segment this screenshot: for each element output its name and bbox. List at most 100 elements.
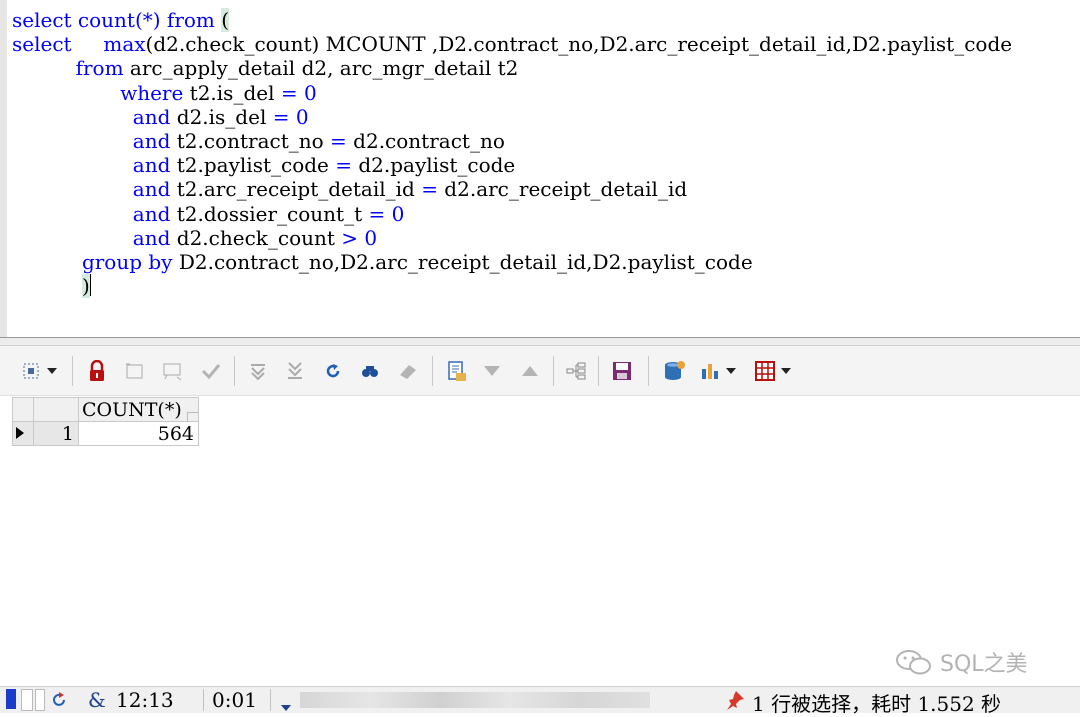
sql-number: 0 <box>364 225 378 250</box>
insert-record-icon[interactable] <box>122 358 148 384</box>
sql-operator: = <box>335 153 353 178</box>
grid-select-icon[interactable] <box>18 358 44 384</box>
code-line[interactable]: where t2.is_del = 0 <box>12 81 1012 105</box>
watermark-text: SQL之美 <box>940 652 1028 677</box>
toolbar-separator <box>72 356 73 386</box>
cursor-position: 12:13 <box>116 688 174 712</box>
table-grid-icon[interactable] <box>752 358 778 384</box>
row-number: 1 <box>33 421 79 446</box>
clear-icon[interactable] <box>395 358 421 384</box>
export-icon[interactable] <box>444 358 470 384</box>
toolbar-separator <box>598 356 599 386</box>
sql-operator: = <box>272 104 290 129</box>
toolbar-separator <box>648 356 649 386</box>
code-line[interactable]: and t2.arc_receipt_detail_id = d2.arc_re… <box>12 177 1012 201</box>
toolbar-separator <box>553 356 554 386</box>
filter-down-icon[interactable] <box>479 358 505 384</box>
sql-operator: = <box>421 177 438 202</box>
code-line[interactable]: and t2.contract_no = d2.contract_no <box>12 129 1012 153</box>
sql-keyword: group by <box>81 250 173 275</box>
delete-record-icon[interactable] <box>160 358 186 384</box>
bracket-highlight: ) <box>81 274 90 299</box>
sql-operator: = <box>368 201 386 226</box>
sql-keyword: and <box>132 129 171 154</box>
code-line[interactable]: select count(*) from ( <box>12 8 1012 32</box>
text-caret <box>89 274 91 297</box>
result-grid[interactable]: COUNT(*) 1 564 <box>12 397 199 446</box>
cell-count[interactable]: 564 <box>78 421 199 446</box>
sql-keyword: and <box>132 153 171 178</box>
result-toolbar <box>0 346 1080 396</box>
sql-text: t2.dossier_count_t <box>170 201 369 226</box>
save-icon[interactable] <box>609 358 635 384</box>
filter-up-icon[interactable] <box>517 358 543 384</box>
ampersand-icon: & <box>88 688 106 712</box>
sql-operator: > <box>341 225 359 250</box>
code-line[interactable]: and t2.dossier_count_t = 0 <box>12 202 1012 226</box>
sql-text: (d2.check_count) MCOUNT ,D2.contract_no,… <box>145 32 1013 57</box>
post-check-icon[interactable] <box>198 358 224 384</box>
database-icon[interactable] <box>662 358 688 384</box>
grid-corner <box>33 397 79 422</box>
sql-code[interactable]: select count(*) from (select max(d2.chec… <box>12 8 1012 299</box>
wechat-icon <box>896 650 931 675</box>
sql-text: d2.arc_receipt_detail_id <box>437 177 688 202</box>
sql-keyword: where <box>120 80 184 105</box>
lock-icon[interactable] <box>84 358 110 384</box>
chevron-down-icon[interactable] <box>44 358 60 384</box>
status-separator <box>203 689 204 711</box>
sql-keyword: select <box>12 32 72 57</box>
row-indicator[interactable] <box>12 421 34 446</box>
sql-number: 0 <box>391 201 405 226</box>
sql-operator: = <box>330 129 347 154</box>
chevron-down-icon[interactable] <box>281 693 291 717</box>
sql-text: d2.contract_no <box>346 129 505 154</box>
sql-text: arc_apply_detail d2, arc_mgr_detail t2 <box>123 56 519 81</box>
status-indicator <box>21 689 33 711</box>
sql-text: t2.paylist_code <box>170 153 336 178</box>
column-header-count[interactable]: COUNT(*) <box>78 397 199 422</box>
refresh-icon[interactable] <box>320 358 346 384</box>
code-line[interactable]: and t2.paylist_code = d2.paylist_code <box>12 153 1012 177</box>
sql-keyword: from <box>75 56 124 81</box>
refresh-status-icon[interactable] <box>50 690 70 715</box>
status-indicator <box>6 689 16 709</box>
toolbar-separator <box>432 356 433 386</box>
last-record-icon[interactable] <box>282 358 308 384</box>
sql-keyword: and <box>132 225 171 250</box>
find-icon[interactable] <box>357 358 383 384</box>
sql-editor[interactable]: select count(*) from (select max(d2.chec… <box>0 0 1080 337</box>
grid-corner <box>12 397 34 422</box>
column-sort-handle[interactable] <box>187 412 198 422</box>
sql-text: D2.contract_no,D2.arc_receipt_detail_id,… <box>172 250 753 275</box>
blurred-connection-info <box>300 692 650 708</box>
sql-keyword: and <box>132 104 171 129</box>
code-line[interactable]: select max(d2.check_count) MCOUNT ,D2.co… <box>12 32 1012 56</box>
tree-icon[interactable] <box>563 358 589 384</box>
first-record-icon[interactable] <box>245 358 271 384</box>
code-line[interactable]: from arc_apply_detail d2, arc_mgr_detail… <box>12 56 1012 80</box>
chevron-down-icon[interactable] <box>778 358 794 384</box>
pin-icon <box>724 689 746 716</box>
pane-splitter[interactable] <box>0 337 1080 346</box>
code-line[interactable]: and d2.check_count > 0 <box>12 226 1012 250</box>
code-line[interactable]: group by D2.contract_no,D2.arc_receipt_d… <box>12 250 1012 274</box>
chevron-down-icon[interactable] <box>723 358 739 384</box>
code-line[interactable]: ) <box>12 274 1012 299</box>
toolbar-separator <box>234 356 235 386</box>
sql-text: d2.paylist_code <box>352 153 516 178</box>
sql-text: d2.is_del <box>170 104 273 129</box>
chart-icon[interactable] <box>697 358 723 384</box>
sql-keyword: max <box>103 32 146 57</box>
watermark: SQL之美 <box>894 646 1028 678</box>
code-line[interactable]: and d2.is_del = 0 <box>12 105 1012 129</box>
